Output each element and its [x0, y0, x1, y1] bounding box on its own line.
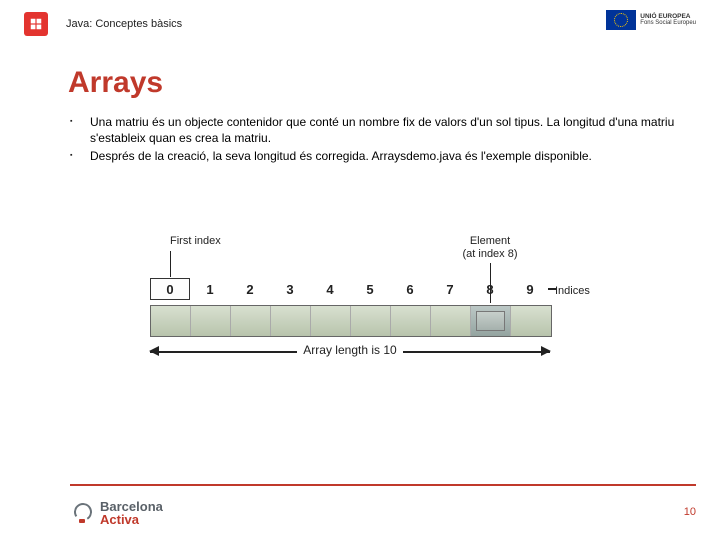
array-cell — [151, 306, 191, 336]
array-cell — [311, 306, 351, 336]
index-cell: 4 — [310, 278, 350, 300]
footer-brand-text: Barcelona Activa — [100, 500, 163, 526]
course-title: Java: Conceptes bàsics — [66, 18, 182, 30]
bullet-item: Una matriu és un objecte contenidor que … — [56, 114, 686, 146]
page-number: 10 — [684, 506, 696, 518]
eu-flag-icon — [606, 10, 636, 30]
slide: Java: Conceptes bàsics UNIÓ EUROPEA Fons… — [0, 0, 720, 540]
length-label: Array length is 10 — [150, 343, 550, 357]
eu-badge-text: UNIÓ EUROPEA Fons Social Europeu — [640, 13, 696, 27]
coat-of-arms-icon — [29, 17, 43, 31]
barcelona-activa-icon — [70, 501, 94, 525]
index-row: 0 1 2 3 4 5 6 7 8 9 — [150, 278, 550, 300]
array-cell — [351, 306, 391, 336]
array-cell — [391, 306, 431, 336]
array-cell — [231, 306, 271, 336]
page-title: Arrays — [0, 42, 720, 114]
label-element: Element (at index 8) — [450, 235, 530, 261]
index-cell: 1 — [190, 278, 230, 300]
eu-badge-line2: Fons Social Europeu — [640, 20, 696, 27]
index-cell: 8 — [470, 278, 510, 300]
label-indices: Indices — [555, 285, 590, 297]
array-cell — [271, 306, 311, 336]
footer-divider — [70, 484, 696, 486]
label-first-index: First index — [170, 235, 221, 247]
header-logo — [24, 12, 48, 36]
index-cell: 0 — [150, 278, 190, 300]
index-cell: 6 — [390, 278, 430, 300]
index-cell: 5 — [350, 278, 390, 300]
array-cell — [511, 306, 551, 336]
label-element-line2: (at index 8) — [462, 248, 517, 260]
bullet-list: Una matriu és un objecte contenidor que … — [0, 114, 720, 165]
index-cell: 2 — [230, 278, 270, 300]
length-label-text: Array length is 10 — [297, 343, 402, 357]
label-element-line1: Element — [470, 235, 510, 247]
index-cell: 3 — [270, 278, 310, 300]
array-row — [150, 305, 552, 337]
eu-badge: UNIÓ EUROPEA Fons Social Europeu — [606, 10, 696, 30]
footer-brand-line2: Activa — [100, 512, 139, 527]
index-cell: 7 — [430, 278, 470, 300]
index-cell: 9 — [510, 278, 550, 300]
footer-logo: Barcelona Activa — [70, 500, 163, 526]
bullet-item: Després de la creació, la seva longitud … — [56, 148, 686, 164]
pointer-line — [170, 251, 171, 277]
length-indicator: Array length is 10 — [150, 341, 550, 363]
eu-badge-line1: UNIÓ EUROPEA — [640, 13, 696, 20]
array-cell — [191, 306, 231, 336]
array-cell — [431, 306, 471, 336]
array-cell-highlighted — [471, 306, 511, 336]
